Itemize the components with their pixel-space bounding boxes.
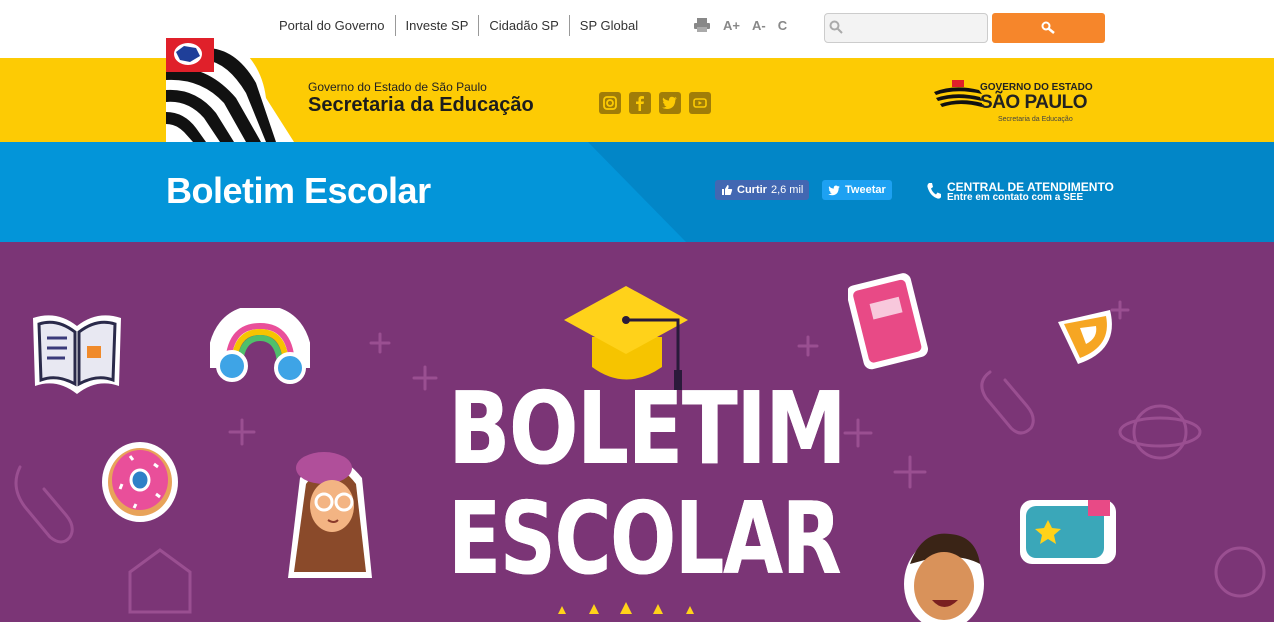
like-count: 2,6 mil xyxy=(770,184,804,196)
header-subtitle: Governo do Estado de São Paulo xyxy=(308,80,487,94)
banner-title-line1: BOLETIM xyxy=(448,370,847,487)
print-icon[interactable] xyxy=(693,17,711,33)
rainbow-cloud-icon xyxy=(210,308,310,384)
youtube-icon[interactable] xyxy=(689,92,711,114)
accessibility-tools: A+ A- C xyxy=(693,17,787,33)
social-links xyxy=(599,92,711,114)
instagram-icon[interactable] xyxy=(599,92,621,114)
facebook-icon[interactable] xyxy=(629,92,651,114)
twitter-icon[interactable] xyxy=(659,92,681,114)
phone-icon xyxy=(927,183,941,199)
student-boy-icon xyxy=(904,533,984,622)
link-investe-sp[interactable]: Investe SP xyxy=(396,15,480,36)
student-girl-icon xyxy=(288,452,372,578)
link-portal-governo[interactable]: Portal do Governo xyxy=(269,15,396,36)
twitter-bird-icon xyxy=(828,185,840,195)
like-label: Curtir xyxy=(737,184,767,196)
notebook-icon xyxy=(848,273,928,370)
banner-title-line2: ESCOLAR xyxy=(448,480,842,597)
search-input[interactable] xyxy=(824,13,988,43)
font-increase-button[interactable]: A+ xyxy=(723,18,740,33)
tweet-label: Tweetar xyxy=(845,184,886,196)
search-button[interactable] xyxy=(992,13,1105,43)
link-sp-global[interactable]: SP Global xyxy=(570,15,648,36)
contrast-button[interactable]: C xyxy=(778,18,787,33)
tweet-button[interactable]: Tweetar xyxy=(822,180,892,200)
protractor-icon xyxy=(1058,310,1112,364)
header-title[interactable]: Secretaria da Educação xyxy=(308,94,534,117)
donut-icon xyxy=(102,442,178,522)
pencil-case-icon xyxy=(1020,500,1116,564)
stars-icon xyxy=(558,602,694,614)
sp-flag-icon xyxy=(166,38,294,142)
logo-line2: SÃO PAULO xyxy=(980,92,1088,113)
hero-banner: BOLETIM ESCOLAR xyxy=(0,242,1274,622)
search-icon xyxy=(1041,21,1055,34)
thumbs-up-icon xyxy=(722,185,733,195)
search-input-icon xyxy=(829,20,843,34)
contact-subtitle: Entre em contato com a SEE xyxy=(947,192,1084,203)
font-decrease-button[interactable]: A- xyxy=(752,18,766,33)
page-title-bar: Boletim Escolar Curtir 2,6 mil Tweetar C… xyxy=(0,142,1274,242)
page-title: Boletim Escolar xyxy=(166,170,431,211)
government-links: Portal do Governo Investe SP Cidadão SP … xyxy=(269,15,648,36)
facebook-like-button[interactable]: Curtir 2,6 mil xyxy=(715,180,810,200)
open-book-icon xyxy=(33,315,121,394)
governo-sp-logo[interactable]: GOVERNO DO ESTADO SÃO PAULO Secretaria d… xyxy=(934,78,1094,128)
sp-logo-stripes-icon xyxy=(934,80,982,107)
logo-line3: Secretaria da Educação xyxy=(998,116,1073,123)
link-cidadao-sp[interactable]: Cidadão SP xyxy=(479,15,570,36)
